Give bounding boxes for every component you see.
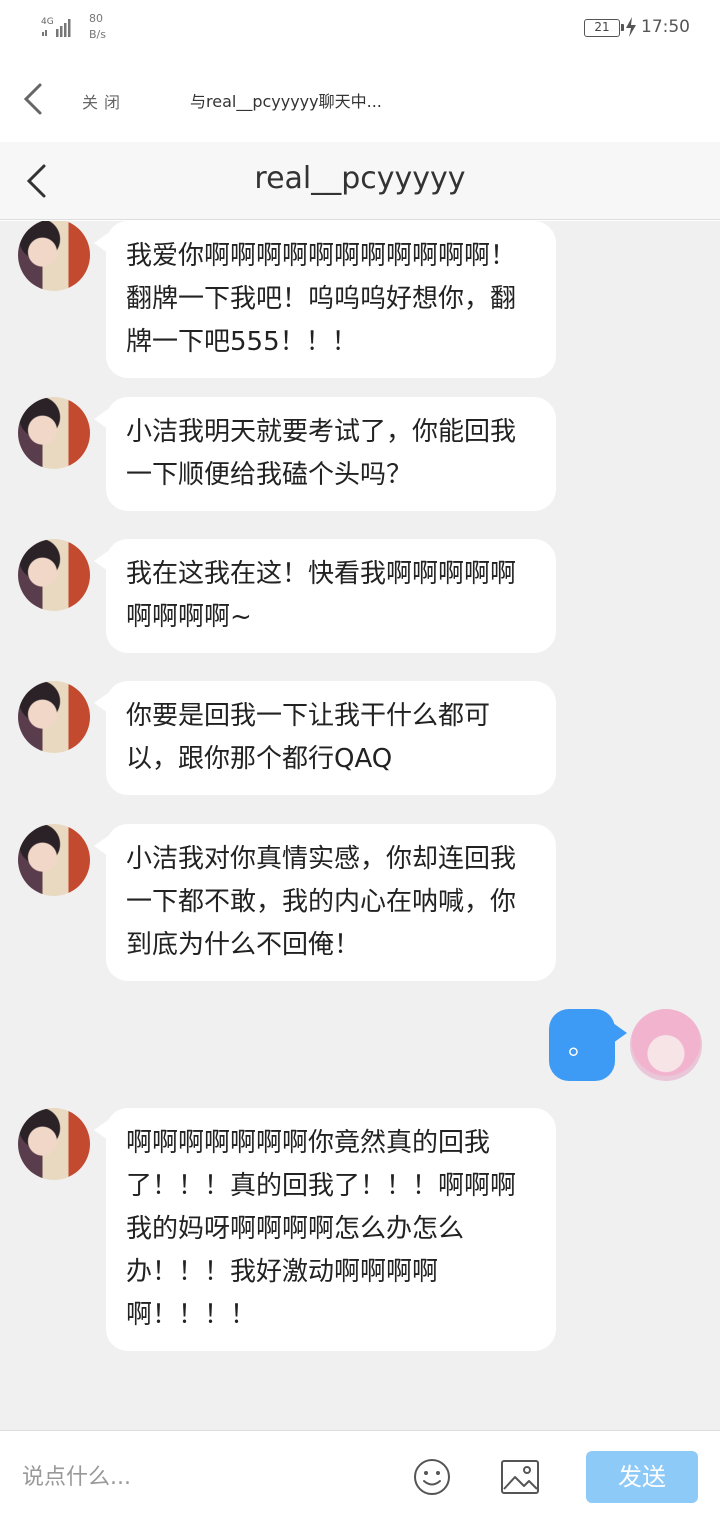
signal-icon: 4G bbox=[41, 17, 71, 37]
avatar-self[interactable] bbox=[630, 1009, 702, 1081]
message-bubble: 小洁我明天就要考试了，你能回我一下顺便给我磕个头吗？ bbox=[94, 397, 556, 511]
battery-icon: 21 bbox=[584, 19, 624, 37]
message-bubble: 你要是回我一下让我干什么都可以，跟你那个都行QAQ bbox=[94, 681, 556, 795]
chat-title: real__pcyyyyy bbox=[254, 161, 466, 196]
avatar[interactable] bbox=[18, 397, 90, 469]
status-time: 17:50 bbox=[641, 17, 690, 37]
avatar[interactable] bbox=[18, 681, 90, 753]
status-bar: 4G 80 B/s 21 17:50 bbox=[0, 0, 720, 56]
chevron-left-icon[interactable] bbox=[20, 82, 46, 116]
bolt-icon bbox=[626, 17, 636, 37]
send-button[interactable]: 发送 bbox=[586, 1451, 698, 1503]
message-list[interactable]: 我爱你啊啊啊啊啊啊啊啊啊啊啊！翻牌一下我吧！呜呜呜好想你，翻牌一下吧555！！！… bbox=[0, 221, 720, 1430]
message-bubble: 啊啊啊啊啊啊啊你竟然真的回我了！！！真的回我了！！！啊啊啊我的妈呀啊啊啊啊怎么办… bbox=[94, 1108, 556, 1351]
avatar[interactable] bbox=[18, 824, 90, 896]
image-icon[interactable] bbox=[500, 1459, 540, 1495]
battery-level: 21 bbox=[594, 20, 610, 34]
svg-text:4G: 4G bbox=[41, 17, 54, 27]
smiley-icon[interactable] bbox=[412, 1457, 452, 1497]
network-speed: 80 B/s bbox=[89, 11, 106, 43]
message-bubble: 我在这我在这！快看我啊啊啊啊啊啊啊啊啊~ bbox=[94, 539, 556, 653]
network-speed-unit: B/s bbox=[89, 28, 106, 41]
avatar[interactable] bbox=[18, 1108, 90, 1180]
avatar[interactable] bbox=[18, 539, 90, 611]
message-bubble-outgoing: 。 bbox=[549, 1009, 627, 1081]
close-button[interactable]: 关闭 bbox=[82, 89, 126, 113]
input-bar: 发送 bbox=[0, 1430, 720, 1520]
message-bubble: 小洁我对你真情实感，你却连回我一下都不敢，我的内心在呐喊，你到底为什么不回俺！ bbox=[94, 824, 556, 981]
chat-header: real__pcyyyyy bbox=[0, 142, 720, 220]
message-input[interactable] bbox=[22, 1459, 382, 1495]
webview-header: 关闭 与real__pcyyyyy聊天中... bbox=[0, 56, 720, 142]
webview-title: 与real__pcyyyyy聊天中... bbox=[190, 92, 382, 111]
message-bubble: 我爱你啊啊啊啊啊啊啊啊啊啊啊！翻牌一下我吧！呜呜呜好想你，翻牌一下吧555！！！ bbox=[94, 221, 556, 378]
network-speed-value: 80 bbox=[89, 12, 103, 25]
avatar[interactable] bbox=[18, 221, 90, 291]
